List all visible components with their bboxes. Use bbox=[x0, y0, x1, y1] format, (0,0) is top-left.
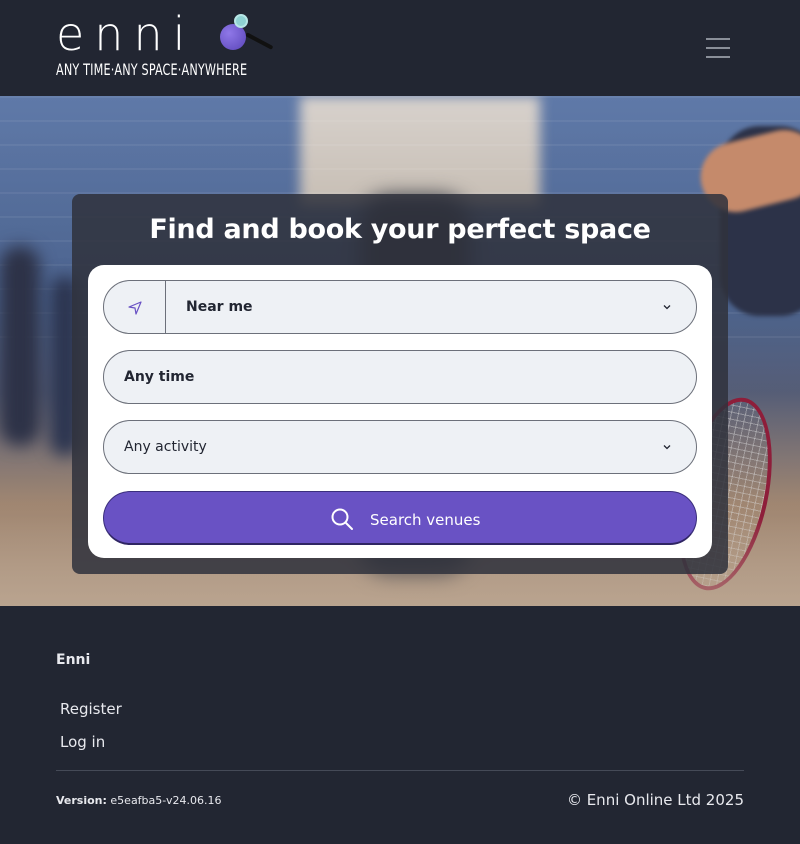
chevron-down-icon bbox=[663, 305, 671, 310]
location-button[interactable] bbox=[104, 281, 166, 333]
search-panel: Find and book your perfect space Near me… bbox=[72, 194, 728, 574]
version-label: Version: bbox=[56, 794, 107, 807]
version-info: Version: e5eafba5-v24.06.16 bbox=[56, 794, 221, 807]
logo-racket-handle bbox=[245, 32, 274, 50]
version-value: e5eafba5-v24.06.16 bbox=[110, 794, 222, 807]
search-icon bbox=[331, 508, 353, 530]
register-link[interactable]: Register bbox=[60, 700, 122, 718]
logo-wordmark: enni bbox=[56, 7, 196, 61]
hamburger-menu-icon[interactable] bbox=[700, 32, 736, 64]
activity-value: Any activity bbox=[124, 439, 207, 455]
hero-title: Find and book your perfect space bbox=[149, 214, 651, 245]
activity-select[interactable]: Any activity bbox=[103, 420, 697, 474]
logo-racket-icon bbox=[234, 14, 248, 28]
site-header: enni ANY TIME·ANY SPACE·ANYWHERE bbox=[0, 0, 800, 96]
login-link[interactable]: Log in bbox=[60, 733, 105, 751]
enni-logo[interactable]: enni ANY TIME·ANY SPACE·ANYWHERE bbox=[56, 8, 280, 84]
time-field[interactable]: Any time bbox=[103, 350, 697, 404]
chevron-down-icon bbox=[663, 445, 671, 450]
hero-banner: Find and book your perfect space Near me… bbox=[0, 96, 800, 606]
logo-tagline: ANY TIME·ANY SPACE·ANYWHERE bbox=[56, 60, 248, 79]
footer-brand: Enni bbox=[56, 652, 91, 668]
location-arrow-icon bbox=[128, 301, 142, 315]
search-venues-button[interactable]: Search venues bbox=[103, 491, 697, 545]
location-value: Near me bbox=[186, 299, 253, 315]
site-footer: Enni Register Log in Version: e5eafba5-v… bbox=[0, 606, 800, 844]
search-button-label: Search venues bbox=[370, 511, 481, 529]
footer-divider bbox=[56, 770, 744, 771]
time-value: Any time bbox=[124, 369, 195, 385]
location-select[interactable]: Near me bbox=[103, 280, 697, 334]
copyright-text: © Enni Online Ltd 2025 bbox=[566, 791, 744, 809]
search-form: Near me Any time Any activity Search ven… bbox=[88, 265, 712, 558]
